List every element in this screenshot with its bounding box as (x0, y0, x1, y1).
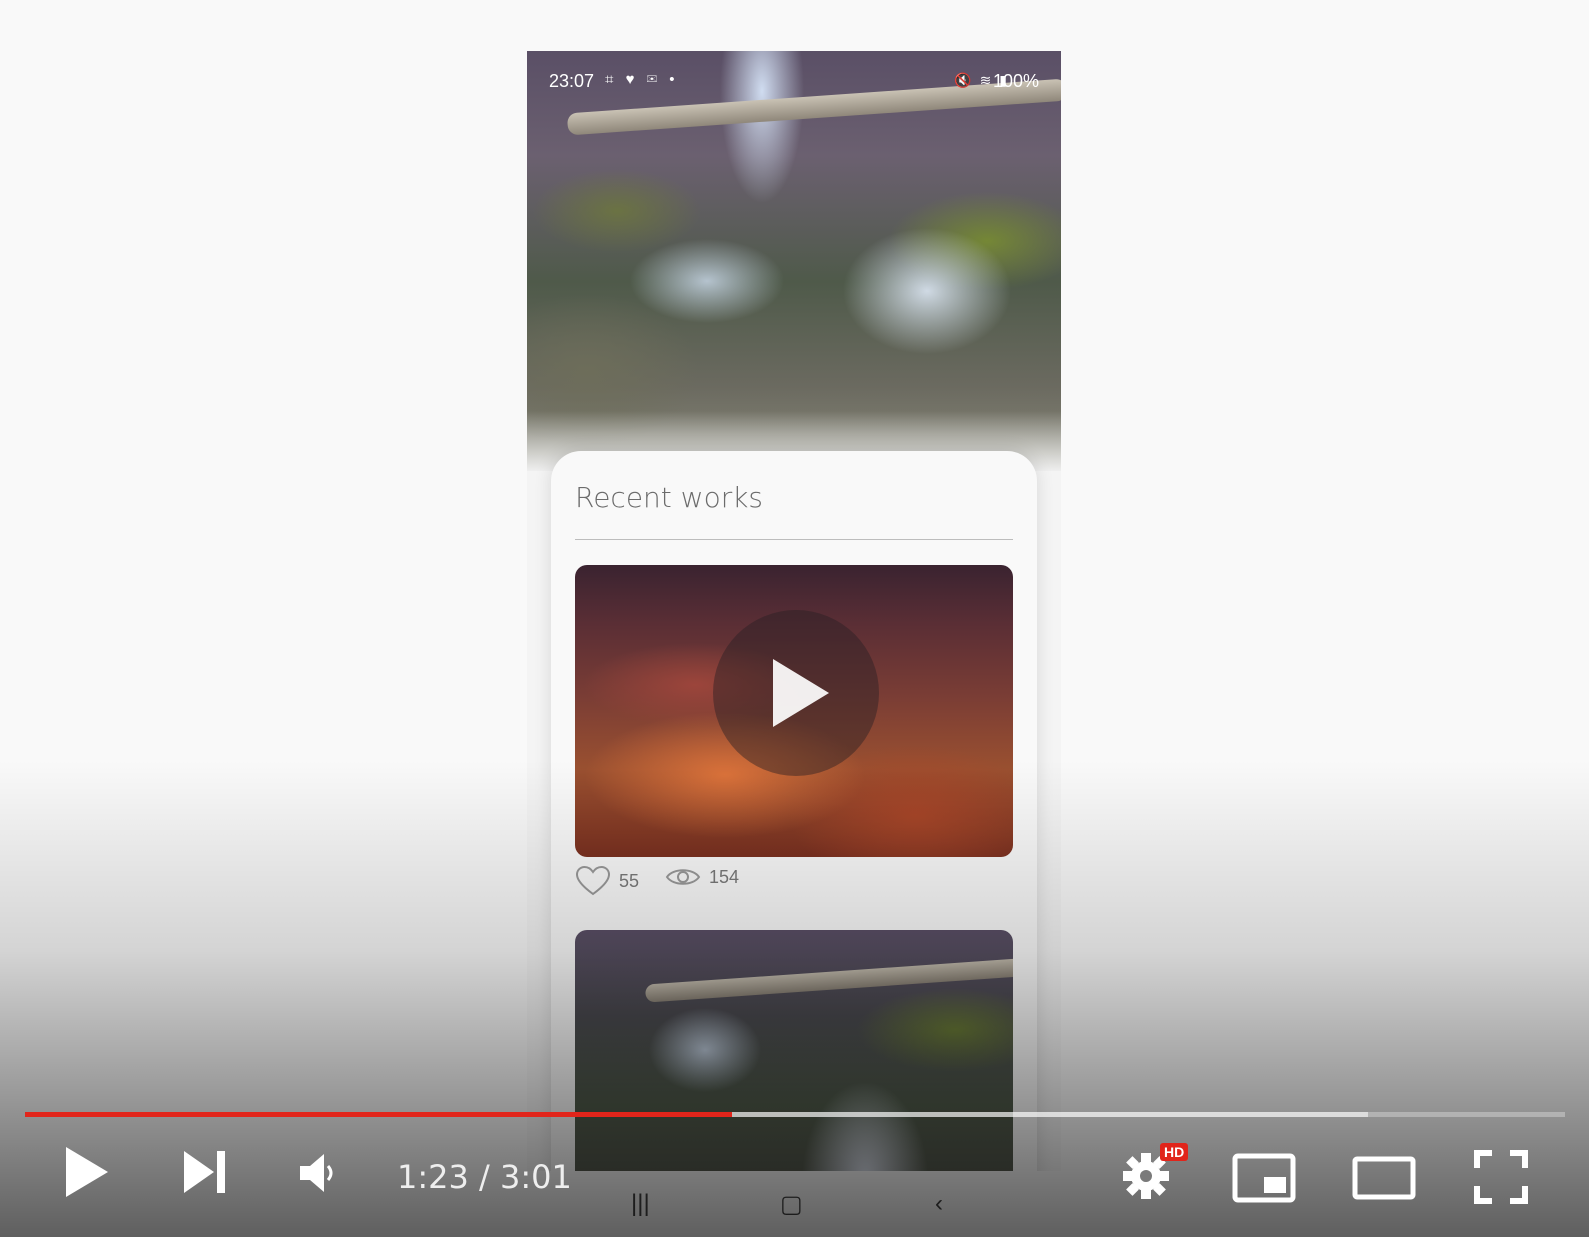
likes-count: 55 (619, 870, 640, 891)
next-button[interactable] (182, 1149, 228, 1195)
hero-image (527, 51, 1061, 471)
work-thumbnail[interactable] (575, 565, 1013, 857)
back-icon[interactable]: ‹ (935, 1190, 943, 1218)
eye-icon (665, 869, 701, 885)
divider (575, 539, 1013, 540)
status-time: 23:07 (549, 71, 595, 91)
progress-bar[interactable] (25, 1112, 1565, 1117)
battery-level: 100% (992, 71, 1039, 91)
time-display: 1:23 / 3:01 (397, 1158, 572, 1196)
miniplayer-icon (1232, 1153, 1296, 1203)
work-thumbnail[interactable] (575, 930, 1013, 1171)
theater-icon (1352, 1156, 1416, 1200)
skip-next-icon (184, 1151, 225, 1193)
play-icon (66, 1147, 108, 1197)
health-icon: ♥ (625, 71, 639, 88)
mute-icon: 🔇 (954, 72, 974, 88)
phone-screen: 23:07 ⌗ ♥ ✉ • 🔇 ≋ ▮ 100% Recent works 55… (527, 51, 1061, 1171)
volume-icon (300, 1154, 333, 1192)
views-stat: 154 (665, 865, 739, 889)
play-icon (773, 659, 829, 727)
sheet-title: Recent works (575, 481, 764, 514)
miniplayer-button[interactable] (1232, 1153, 1296, 1203)
status-left-icons: ⌗ ♥ ✉ • (605, 71, 679, 88)
recent-works-sheet: Recent works 55 154 (551, 451, 1037, 1171)
recents-icon[interactable]: ||| (631, 1190, 650, 1218)
views-count: 154 (709, 866, 740, 887)
fullscreen-button[interactable] (1474, 1150, 1528, 1204)
status-bar: 23:07 ⌗ ♥ ✉ • 🔇 ≋ ▮ 100% (527, 51, 1061, 111)
android-nav-bar: ||| ▢ ‹ (527, 1172, 1061, 1232)
home-icon[interactable]: ▢ (780, 1190, 803, 1219)
wifi-icon: ≋ (979, 72, 994, 88)
played-bar (25, 1112, 732, 1117)
email-icon: ✉ (646, 71, 662, 88)
theater-mode-button[interactable] (1352, 1156, 1416, 1200)
heart-icon (575, 865, 611, 896)
screenshot-icon: ⌗ (605, 71, 618, 88)
likes-stat[interactable]: 55 (575, 865, 639, 897)
volume-button[interactable] (298, 1152, 338, 1194)
play-button[interactable] (64, 1145, 110, 1199)
fullscreen-icon (1474, 1150, 1528, 1204)
play-video-button[interactable] (713, 610, 879, 776)
thumbnail-log (644, 955, 1013, 1003)
dot-icon: • (669, 71, 679, 88)
hd-badge: HD (1160, 1143, 1189, 1161)
